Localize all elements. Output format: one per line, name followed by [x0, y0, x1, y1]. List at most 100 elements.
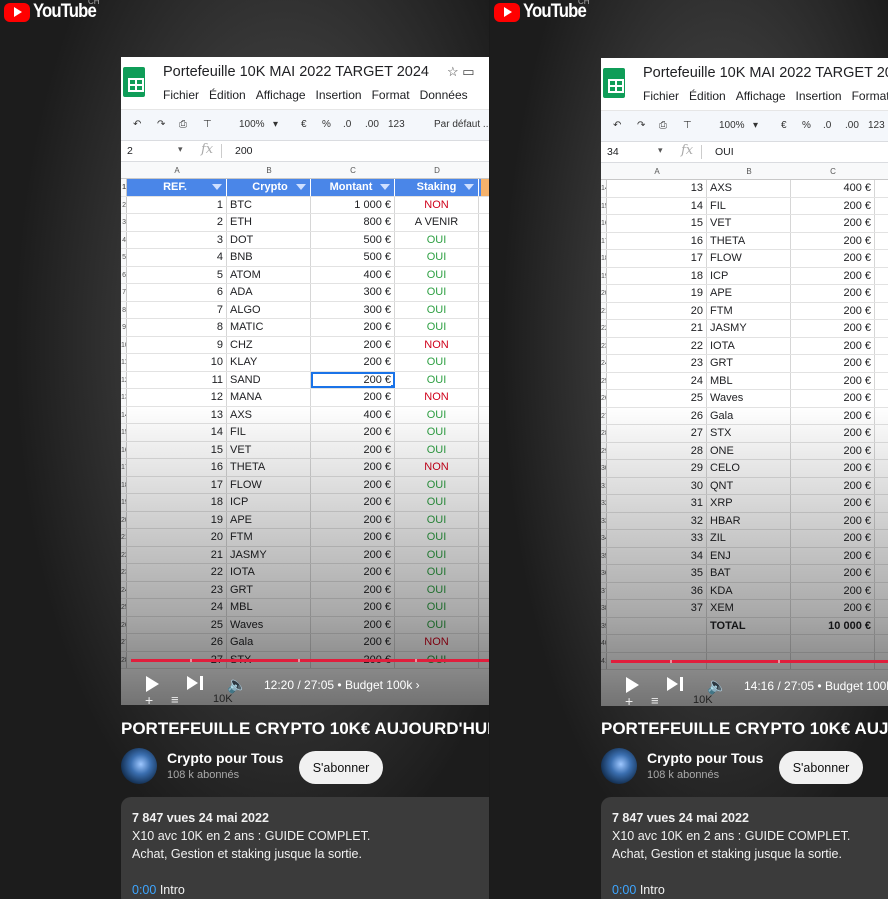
cell-b[interactable]: Waves: [707, 390, 791, 407]
cell-b[interactable]: Crypto: [227, 179, 311, 196]
cell-a[interactable]: 31: [607, 495, 707, 512]
cell-c[interactable]: 300 €: [311, 284, 395, 301]
cell-c[interactable]: 200 €: [311, 441, 395, 458]
subscribe-button[interactable]: S'abonner: [779, 751, 863, 784]
cell-b[interactable]: ENJ: [707, 547, 791, 564]
cell-c[interactable]: 200 €: [311, 371, 395, 388]
chapter-timestamp[interactable]: 0:00: [132, 883, 156, 897]
cell-d[interactable]: Staking: [395, 179, 479, 196]
cell-a[interactable]: 24: [607, 372, 707, 389]
cell-c[interactable]: 10 000 €: [791, 617, 875, 634]
cell-a[interactable]: REF.: [127, 179, 227, 196]
cell-b[interactable]: CHZ: [227, 336, 311, 353]
cell-b[interactable]: JASMY: [707, 320, 791, 337]
cell-c[interactable]: 200 €: [791, 250, 875, 267]
cell-d[interactable]: [875, 338, 888, 355]
cell-a[interactable]: 16: [607, 232, 707, 249]
cell-b[interactable]: ETH: [227, 214, 311, 231]
video-player[interactable]: Portefeuille 10K MAI 2022 TARGET 2024 ☆ …: [601, 58, 888, 706]
cell-d[interactable]: [875, 443, 888, 460]
cell-a[interactable]: 19: [127, 511, 227, 528]
cell-a[interactable]: 14: [127, 424, 227, 441]
cell-c[interactable]: 200 €: [311, 354, 395, 371]
cell-b[interactable]: VET: [227, 441, 311, 458]
cell-b[interactable]: GRT: [227, 581, 311, 598]
cell-b[interactable]: FLOW: [707, 250, 791, 267]
cell-b[interactable]: IOTA: [707, 337, 791, 354]
cell-c[interactable]: 200 €: [791, 477, 875, 494]
cell-c[interactable]: 200 €: [791, 442, 875, 459]
cell-a[interactable]: 14: [607, 197, 707, 214]
cell-d[interactable]: OUI: [395, 406, 479, 423]
cell-d[interactable]: [875, 390, 888, 407]
cell-c[interactable]: 200 €: [791, 495, 875, 512]
chapter-timestamp[interactable]: 0:00: [612, 883, 636, 897]
cell-c[interactable]: 200 €: [791, 197, 875, 214]
cell-d[interactable]: NON: [395, 389, 479, 406]
cell-d[interactable]: [875, 565, 888, 582]
cell-b[interactable]: ZIL: [707, 530, 791, 547]
cell-d[interactable]: OUI: [395, 231, 479, 248]
cell-c[interactable]: 200 €: [791, 372, 875, 389]
cell-c[interactable]: 200 €: [311, 616, 395, 633]
cell-d[interactable]: OUI: [395, 301, 479, 318]
cell-b[interactable]: CELO: [707, 460, 791, 477]
cell-b[interactable]: AXS: [227, 406, 311, 423]
cell-a[interactable]: 36: [607, 582, 707, 599]
cell-b[interactable]: APE: [707, 285, 791, 302]
cell-b[interactable]: APE: [227, 511, 311, 528]
cell-a[interactable]: 22: [607, 337, 707, 354]
cell-c[interactable]: 200 €: [311, 319, 395, 336]
cell-d[interactable]: [875, 583, 888, 600]
play-button[interactable]: [146, 676, 159, 692]
cell-b[interactable]: THETA: [227, 459, 311, 476]
cell-c[interactable]: 200 €: [791, 355, 875, 372]
cell-b[interactable]: HBAR: [707, 512, 791, 529]
cell-d[interactable]: [875, 180, 888, 197]
cell-a[interactable]: 37: [607, 600, 707, 617]
cell-a[interactable]: 1: [127, 196, 227, 213]
cell-c[interactable]: 200 €: [791, 460, 875, 477]
cell-c[interactable]: 200 €: [791, 267, 875, 284]
cell-c[interactable]: 200 €: [311, 459, 395, 476]
cell-d[interactable]: OUI: [395, 546, 479, 563]
cell-a[interactable]: 35: [607, 565, 707, 582]
cell-c[interactable]: 200 €: [791, 600, 875, 617]
cell-c[interactable]: 200 €: [791, 302, 875, 319]
cell-c[interactable]: 200 €: [311, 529, 395, 546]
cell-d[interactable]: OUI: [395, 529, 479, 546]
cell-d[interactable]: [875, 618, 888, 635]
cell-c[interactable]: 200 €: [311, 494, 395, 511]
cell-d[interactable]: OUI: [395, 319, 479, 336]
cell-d[interactable]: A VENIR: [395, 214, 479, 231]
cell-d[interactable]: [875, 408, 888, 425]
cell-c[interactable]: 200 €: [791, 530, 875, 547]
cell-c[interactable]: 200 €: [311, 336, 395, 353]
cell-b[interactable]: Gala: [707, 407, 791, 424]
cell-c[interactable]: 500 €: [311, 249, 395, 266]
video-player[interactable]: Portefeuille 10K MAI 2022 TARGET 2024 ☆ …: [121, 57, 489, 705]
chapter-link[interactable]: 0:00 Intro: [132, 881, 489, 899]
cell-b[interactable]: ATOM: [227, 266, 311, 283]
cell-c[interactable]: 200 €: [311, 581, 395, 598]
cell-b[interactable]: BAT: [707, 565, 791, 582]
channel-avatar[interactable]: [121, 748, 157, 784]
cell-d[interactable]: [875, 250, 888, 267]
cell-b[interactable]: ADA: [227, 284, 311, 301]
cell-c[interactable]: 200 €: [311, 424, 395, 441]
cell-b[interactable]: FTM: [707, 302, 791, 319]
cell-d[interactable]: OUI: [395, 581, 479, 598]
cell-a[interactable]: 10: [127, 354, 227, 371]
cell-c[interactable]: 400 €: [791, 180, 875, 197]
cell-c[interactable]: 200 €: [311, 476, 395, 493]
cell-a[interactable]: 12: [127, 389, 227, 406]
cell-d[interactable]: [875, 320, 888, 337]
cell-a[interactable]: 3: [127, 231, 227, 248]
cell-d[interactable]: OUI: [395, 599, 479, 616]
cell-a[interactable]: 8: [127, 319, 227, 336]
cell-b[interactable]: FLOW: [227, 476, 311, 493]
cell-b[interactable]: VET: [707, 215, 791, 232]
cell-d[interactable]: NON: [395, 336, 479, 353]
cell-a[interactable]: 34: [607, 547, 707, 564]
cell-d[interactable]: OUI: [395, 476, 479, 493]
